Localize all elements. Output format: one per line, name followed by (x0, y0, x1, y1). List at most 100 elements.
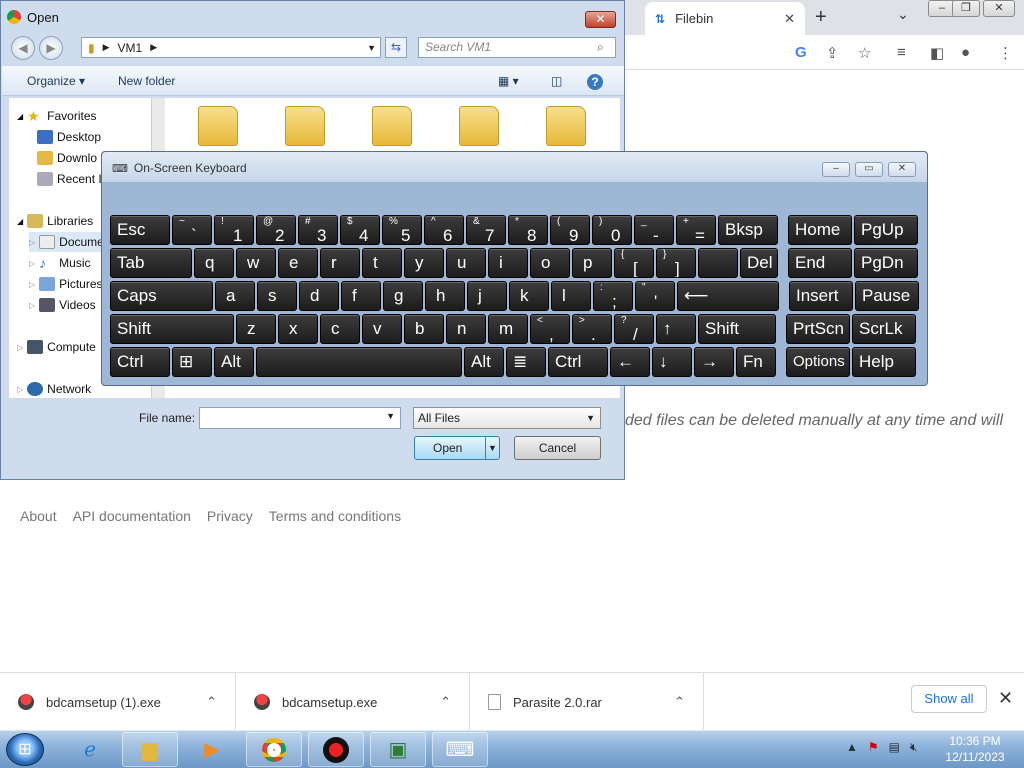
key--[interactable]: :; (593, 281, 633, 311)
network-tray-icon[interactable]: ▤ (889, 740, 900, 755)
footer-link-privacy[interactable]: Privacy (207, 508, 253, 524)
side-panel-icon[interactable]: ◧ (930, 44, 944, 62)
monitor-app-icon[interactable]: ▣ (370, 732, 426, 767)
key-bksp[interactable]: Bksp (718, 215, 778, 245)
key-pgup[interactable]: PgUp (854, 215, 918, 245)
download-item[interactable]: bdcamsetup.exe ⌃ (236, 673, 470, 731)
help-icon[interactable]: ? (587, 74, 603, 90)
key--[interactable]: ? / (614, 314, 654, 344)
key-caps[interactable]: Caps (110, 281, 213, 311)
key--[interactable]: ≣ (506, 347, 546, 377)
tray-expand-icon[interactable]: ▲ (846, 740, 858, 755)
new-tab-icon[interactable]: + (815, 6, 827, 29)
key-m[interactable]: m (488, 314, 528, 344)
breadcrumb-vm1[interactable]: VM1 (118, 41, 143, 55)
folder-downloads-icon[interactable] (372, 106, 412, 146)
tree-libraries[interactable]: ◢ Libraries (17, 211, 93, 231)
key-fn[interactable]: Fn (736, 347, 776, 377)
key--3[interactable]: #3 (298, 215, 338, 245)
key--9[interactable]: (9 (550, 215, 590, 245)
view-options-icon[interactable]: ▦ ▾ (498, 74, 519, 88)
bookmark-star-icon[interactable]: ☆ (858, 44, 871, 62)
file-name-input[interactable]: ▼ (199, 407, 401, 429)
tab-search-icon[interactable]: ⌄ (897, 6, 909, 23)
internet-explorer-icon[interactable]: ℯ (62, 732, 118, 767)
key-shift[interactable]: Shift (110, 314, 234, 344)
key-scrlk[interactable]: ScrLk (852, 314, 916, 344)
key--[interactable]: → (694, 347, 734, 377)
key-x[interactable]: x (278, 314, 318, 344)
tree-desktop[interactable]: Desktop (37, 127, 101, 147)
folder-desktop-icon[interactable] (285, 106, 325, 146)
key-a[interactable]: a (215, 281, 255, 311)
action-center-icon[interactable]: ⚑ (868, 740, 879, 755)
folder-favorites-icon[interactable] (459, 106, 499, 146)
tree-recent[interactable]: Recent I (37, 169, 102, 189)
key-v[interactable]: v (362, 314, 402, 344)
key--[interactable]: _ - (634, 215, 674, 245)
chevron-down-icon[interactable]: ▼ (386, 411, 395, 421)
clock[interactable]: 10:36 PM 12/11/2023 (942, 733, 1008, 765)
tree-downloads[interactable]: Downlo (37, 148, 97, 168)
key-del[interactable]: Del (740, 248, 778, 278)
key-y[interactable]: y (404, 248, 444, 278)
key-esc[interactable]: Esc (110, 215, 170, 245)
footer-link-about[interactable]: About (20, 508, 57, 524)
key--0[interactable]: ) 0 (592, 215, 632, 245)
reading-list-icon[interactable]: ≡ (897, 44, 906, 61)
key-u[interactable]: u (446, 248, 486, 278)
key-d[interactable]: d (299, 281, 339, 311)
key-space[interactable] (256, 347, 462, 377)
osk-close-button[interactable]: ✕ (888, 162, 916, 177)
key-i[interactable]: i (488, 248, 528, 278)
key--[interactable]: ← (610, 347, 650, 377)
key-shift[interactable]: Shift (698, 314, 776, 344)
tree-videos[interactable]: ▷ Videos (29, 295, 96, 315)
osk-minimize-button[interactable]: – (822, 162, 850, 177)
key--[interactable]: " ' (635, 281, 675, 311)
forward-button[interactable]: ▶ (39, 36, 63, 60)
chevron-down-icon[interactable]: ▼ (367, 43, 380, 53)
key-n[interactable]: n (446, 314, 486, 344)
folder-links-icon[interactable] (546, 106, 586, 146)
organize-menu[interactable]: Organize ▾ (27, 74, 85, 88)
file-type-select[interactable]: All Files ▼ (413, 407, 601, 429)
key-tab[interactable]: Tab (110, 248, 192, 278)
key-pause[interactable]: Pause (855, 281, 919, 311)
key-r[interactable]: r (320, 248, 360, 278)
key--2[interactable]: @2 (256, 215, 296, 245)
osk-maximize-button[interactable]: ▭ (855, 162, 883, 177)
key--[interactable]: ↓ (652, 347, 692, 377)
tab-filebin[interactable]: ⇅ Filebin ✕ (645, 2, 805, 35)
footer-link-api[interactable]: API documentation (73, 508, 191, 524)
tree-documents[interactable]: ▷ Docume (29, 232, 104, 252)
new-folder-button[interactable]: New folder (118, 74, 175, 88)
key-t[interactable]: t (362, 248, 402, 278)
search-input[interactable]: Search VM1 (418, 37, 616, 58)
key--[interactable]: ⟵ (677, 281, 779, 311)
key-z[interactable]: z (236, 314, 276, 344)
key--[interactable]: <, (530, 314, 570, 344)
refresh-button[interactable]: ⇆ (385, 37, 407, 58)
chrome-taskbar-icon[interactable] (246, 732, 302, 767)
key--[interactable] (698, 248, 738, 278)
chevron-up-icon[interactable]: ⌃ (206, 694, 235, 710)
cancel-button[interactable]: Cancel (514, 436, 601, 460)
key--[interactable]: ⊞ (172, 347, 212, 377)
key--5[interactable]: % 5 (382, 215, 422, 245)
dialog-close-button[interactable]: ✕ (585, 11, 616, 28)
key-help[interactable]: Help (852, 347, 916, 377)
key-ctrl[interactable]: Ctrl (548, 347, 608, 377)
chevron-up-icon[interactable]: ⌃ (674, 694, 703, 710)
recorder-icon[interactable] (308, 732, 364, 767)
key-alt[interactable]: Alt (464, 347, 504, 377)
key-options[interactable]: Options (786, 347, 850, 377)
key-f[interactable]: f (341, 281, 381, 311)
key-l[interactable]: l (551, 281, 591, 311)
download-item[interactable]: bdcamsetup (1).exe ⌃ (0, 673, 236, 731)
key-w[interactable]: w (236, 248, 276, 278)
tree-music[interactable]: ▷ ♪ Music (29, 253, 91, 273)
key-p[interactable]: p (572, 248, 612, 278)
share-icon[interactable]: ⇪ (826, 44, 839, 62)
key--8[interactable]: * 8 (508, 215, 548, 245)
